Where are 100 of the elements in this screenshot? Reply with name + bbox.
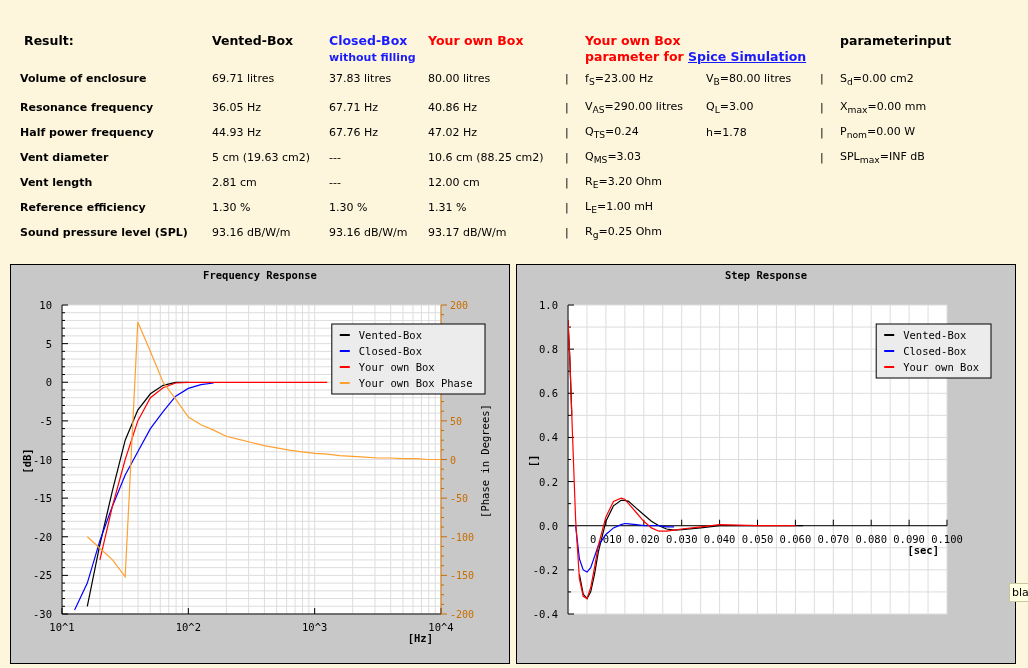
column-subheader: without filling (329, 50, 417, 66)
tick-label: 0.070 (817, 532, 850, 545)
table-cell: 1.30 % (212, 201, 251, 214)
tick-label: 1.0 (539, 299, 558, 311)
row-label: Volume of enclosure (20, 72, 147, 85)
separator: | (820, 151, 824, 164)
separator: | (565, 176, 569, 189)
separator: | (565, 201, 569, 214)
table-cell: 36.05 Hz (212, 101, 262, 114)
table-cell: R$_{g}$=0.25 Ohm (585, 224, 663, 238)
row-label: Reference efficiency (20, 201, 146, 214)
table-cell: --- (329, 151, 341, 164)
row-label: Vent diameter (20, 151, 109, 164)
tick-label: 0.6 (539, 387, 558, 400)
table-cell: S$_{d}$=0.00 cm2 (840, 72, 914, 85)
column-subheader: parameter for Spice Simulation (585, 49, 808, 65)
tick-label: 0.040 (703, 532, 736, 545)
tick-label: 10 (39, 299, 52, 311)
column-header: Your own Box (585, 33, 682, 49)
separator: | (820, 101, 824, 114)
table-cell: 37.83 litres (329, 72, 392, 85)
separator: | (565, 101, 569, 114)
table-cell: --- (329, 176, 341, 189)
tick-label: -0.2 (532, 563, 558, 576)
tick-label: -150 (450, 570, 475, 582)
table-cell: 1.30 % (329, 201, 368, 214)
table-cell: 67.76 Hz (329, 126, 379, 139)
tick-label: 5 (45, 337, 52, 350)
legend-label: Vented-Box (903, 329, 967, 341)
column-header: Your own Box (428, 33, 525, 49)
tick-label: -50 (450, 493, 469, 505)
separator: | (565, 72, 569, 85)
row-label: Resonance frequency (20, 101, 154, 114)
axis-title: [Hz] (407, 632, 433, 644)
legend-label: Closed-Box (903, 345, 967, 357)
chart-title: Step Response (724, 269, 808, 281)
table-cell: f$_{S}$=23.00 Hz (585, 72, 653, 85)
tick-label: 0.8 (539, 343, 558, 356)
tick-label: 0.080 (855, 532, 887, 545)
table-cell: 69.71 litres (212, 72, 275, 85)
table-cell: 10.6 cm (88.25 cm2) (428, 151, 544, 164)
tick-label: 0.020 (628, 532, 660, 545)
tick-label: -5 (39, 414, 52, 427)
table-cell: 44.93 Hz (212, 126, 262, 139)
tick-label: 10^1 (49, 621, 75, 633)
row-label: Sound pressure level (SPL) (20, 226, 188, 239)
tick-label: 0.030 (665, 532, 698, 545)
axis-title: [Phase in Degrees] (479, 404, 491, 518)
table-cell: 2.81 cm (212, 176, 257, 189)
table-cell: 40.86 Hz (428, 101, 478, 114)
tick-label: 10^4 (428, 621, 454, 633)
table-cell: 93.17 dB/W/m (428, 226, 507, 239)
table-cell: SPL$_{max}$=INF dB (840, 149, 925, 163)
table-cell: h=1.78 (706, 126, 747, 139)
column-header: parameterinput (840, 33, 952, 48)
tick-label: -15 (33, 492, 52, 505)
axis-title: [dB] (21, 448, 33, 474)
legend-label: Your own Box Phase (358, 377, 473, 389)
table-header: Result: (24, 33, 74, 48)
table-cell: Q$_{MS}$=3.03 (585, 149, 642, 163)
legend-label: Your own Box (903, 361, 980, 373)
tick-label: -10 (33, 453, 52, 466)
table-cell: 47.02 Hz (428, 126, 478, 139)
tooltip: bla (1009, 583, 1028, 602)
tick-label: 0.090 (893, 532, 925, 545)
column-header: Closed-Box (329, 33, 409, 49)
table-cell: X$_{max}$=0.00 mm (840, 99, 927, 113)
table-cell: V$_{B}$=80.00 litres (706, 72, 792, 85)
tick-label: 0.0 (539, 519, 558, 532)
row-label: Vent length (20, 176, 93, 189)
tick-label: 0.050 (741, 532, 774, 545)
spice-simulation-link[interactable]: Spice Simulation (688, 49, 807, 64)
legend-label: Vented-Box (358, 329, 422, 341)
table-cell: Q$_{TS}$=0.24 (585, 124, 639, 138)
table-cell: Q$_{L}$=3.00 (706, 99, 754, 113)
axis-title: [sec] (907, 543, 939, 556)
table-cell: 93.16 dB/W/m (329, 226, 408, 239)
chart-title: Frequency Response (203, 269, 317, 281)
tick-label: -100 (450, 531, 475, 543)
separator: | (565, 226, 569, 239)
tick-label: -0.4 (532, 608, 558, 620)
table-cell: 80.00 litres (428, 72, 491, 85)
tick-label: -200 (450, 609, 475, 620)
tick-label: 0.100 (931, 532, 963, 545)
table-cell: P$_{nom}$=0.00 W (840, 124, 916, 138)
table-cell: 5 cm (19.63 cm2) (212, 151, 311, 164)
axis-title: [] (527, 454, 539, 468)
row-label: Half power frequency (20, 126, 154, 139)
separator: | (565, 151, 569, 164)
tick-label: -30 (33, 608, 52, 620)
table-cell: R$_{E}$=3.20 Ohm (585, 174, 662, 188)
table-cell: 1.31 % (428, 201, 467, 214)
separator: | (565, 126, 569, 139)
table-cell: V$_{AS}$=290.00 litres (585, 99, 684, 113)
tick-label: 0.060 (779, 532, 812, 545)
tick-label: 0 (450, 454, 457, 466)
table-cell: 93.16 dB/W/m (212, 226, 291, 239)
tick-label: -20 (33, 530, 52, 543)
tick-label: 10^3 (302, 621, 328, 633)
separator: | (820, 72, 824, 85)
